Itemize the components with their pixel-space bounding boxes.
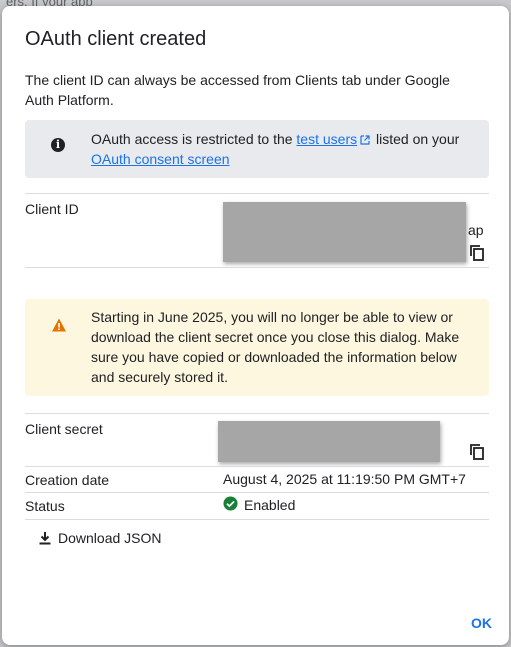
- divider: [25, 193, 489, 194]
- download-icon: [39, 532, 51, 545]
- copy-client-secret-icon[interactable]: [468, 443, 486, 461]
- status-label: Status: [25, 498, 65, 514]
- oauth-client-created-dialog: OAuth client created The client ID can a…: [2, 6, 509, 645]
- creation-date-label: Creation date: [25, 472, 110, 488]
- copy-client-id-icon[interactable]: [468, 244, 486, 262]
- external-link-icon: [360, 135, 370, 145]
- warning-icon: [52, 318, 66, 332]
- divider: [25, 466, 489, 467]
- warning-banner: Starting in June 2025, you will no longe…: [25, 299, 489, 396]
- client-secret-redacted: [218, 421, 440, 462]
- download-json-button[interactable]: Download JSON: [38, 528, 162, 548]
- info-text-before: OAuth access is restricted to the: [91, 131, 297, 147]
- ok-button[interactable]: OK: [471, 615, 492, 631]
- client-secret-label: Client secret: [25, 421, 103, 437]
- info-banner-text: OAuth access is restricted to the test u…: [91, 129, 471, 169]
- warning-text: Starting in June 2025, you will no longe…: [91, 309, 460, 385]
- client-id-value-suffix: ap: [468, 222, 484, 238]
- dialog-title: OAuth client created: [25, 28, 207, 50]
- dialog-description: The client ID can always be accessed fro…: [25, 72, 450, 108]
- check-circle-icon: [223, 496, 238, 511]
- client-id-redacted: [223, 202, 466, 262]
- test-users-link[interactable]: test users: [296, 131, 357, 147]
- client-id-label: Client ID: [25, 201, 79, 217]
- download-json-label: Download JSON: [58, 530, 162, 546]
- status-value: Enabled: [244, 497, 296, 513]
- oauth-consent-screen-link[interactable]: OAuth consent screen: [91, 151, 230, 167]
- info-banner: i OAuth access is restricted to the test…: [25, 120, 489, 178]
- divider: [25, 413, 489, 414]
- info-text-middle: listed on your: [372, 131, 460, 147]
- info-icon: i: [51, 138, 65, 152]
- divider: [25, 519, 489, 520]
- divider: [25, 492, 489, 493]
- divider: [25, 267, 489, 268]
- creation-date-value: August 4, 2025 at 11:19:50 PM GMT+7: [223, 471, 466, 487]
